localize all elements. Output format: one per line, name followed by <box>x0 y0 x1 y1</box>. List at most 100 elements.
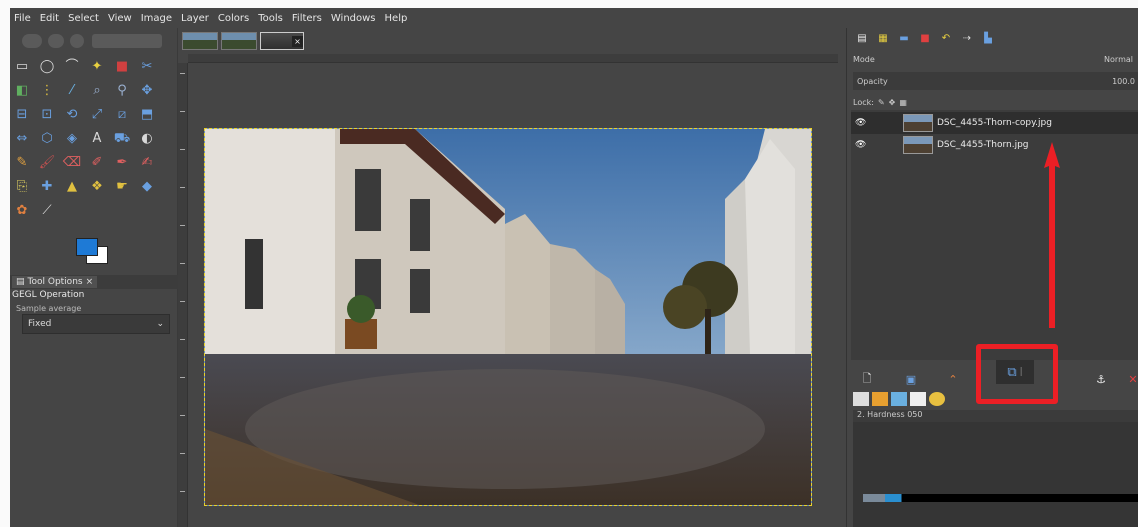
align-icon[interactable]: ⊟ <box>12 104 32 124</box>
eye-icon[interactable]: 👁 <box>855 140 869 150</box>
crop-icon[interactable]: ⊡ <box>37 104 57 124</box>
mode-value[interactable]: Normal <box>1104 55 1133 64</box>
warp-icon[interactable]: ◈ <box>62 128 82 148</box>
brush-slider[interactable] <box>863 494 1138 502</box>
tab-tool-options[interactable]: ▤ Tool Options × <box>12 276 98 288</box>
fuzzy-select-icon[interactable]: ✦ <box>87 56 107 76</box>
zoom-icon[interactable]: ⌕ <box>87 80 107 100</box>
image-tab-active[interactable]: × <box>260 32 304 50</box>
move-icon[interactable]: ✥ <box>137 80 157 100</box>
new-layer-icon[interactable]: 🗋 <box>859 371 875 387</box>
gegl-operation-icon[interactable]: ✿ <box>12 200 32 220</box>
menu-view[interactable]: View <box>108 13 132 24</box>
perspective-clone-icon[interactable]: ▲ <box>62 176 82 196</box>
menu-image[interactable]: Image <box>141 13 172 24</box>
tool-options-dropdown[interactable]: Fixed ⌄ <box>22 314 170 334</box>
blur-icon[interactable]: ❖ <box>87 176 107 196</box>
clone-icon[interactable]: ⎘ <box>12 176 32 196</box>
anchor-layer-icon[interactable]: ⚓ <box>1093 371 1109 387</box>
fg-bg-colors[interactable] <box>72 236 112 266</box>
ellipse-select-icon[interactable]: ◯ <box>37 56 57 76</box>
vertical-ruler[interactable] <box>178 63 188 527</box>
by-color-select-icon[interactable]: ■ <box>112 56 132 76</box>
delete-layer-icon[interactable]: ✕ <box>1125 371 1138 387</box>
paths-icon[interactable]: ⋮ <box>37 80 57 100</box>
opacity-spinbox[interactable]: Opacity 100.0 <box>853 72 1138 90</box>
layers-list[interactable]: 👁 DSC_4455-Thorn-copy.jpg 👁 DSC_4455-Tho… <box>851 110 1138 360</box>
layer-name[interactable]: DSC_4455-Thorn.jpg <box>937 140 1029 150</box>
text-icon[interactable]: A <box>87 128 107 148</box>
flip-icon[interactable]: ⇔ <box>12 128 32 148</box>
scale-icon[interactable]: ⤢ <box>87 104 107 124</box>
preset-icon[interactable] <box>48 34 64 48</box>
palettes-tab-icon[interactable] <box>929 392 945 406</box>
eyedropper-icon[interactable]: ⟋ <box>37 200 57 220</box>
foreground-color-swatch[interactable] <box>76 238 98 256</box>
mypaint-brush-icon[interactable]: ✍ <box>137 152 157 172</box>
preset-icon[interactable] <box>22 34 42 48</box>
tool-options-subtitle[interactable]: Sample average <box>16 304 81 313</box>
canvas-image[interactable] <box>204 128 812 506</box>
airbrush-icon[interactable]: ✐ <box>87 152 107 172</box>
smudge-icon[interactable]: ☛ <box>112 176 132 196</box>
close-icon[interactable]: × <box>86 277 94 287</box>
menu-tools[interactable]: Tools <box>258 13 283 24</box>
menu-layer[interactable]: Layer <box>181 13 209 24</box>
paths-tab-icon[interactable]: ▬ <box>895 31 913 45</box>
menu-colors[interactable]: Colors <box>218 13 249 24</box>
image-tab[interactable] <box>182 32 218 50</box>
preset-icon[interactable] <box>70 34 84 48</box>
menu-help[interactable]: Help <box>385 13 408 24</box>
cage-icon[interactable]: ⬡ <box>37 128 57 148</box>
menu-filters[interactable]: Filters <box>292 13 322 24</box>
lock-alpha-icon[interactable]: ▦ <box>899 98 907 107</box>
rect-select-icon[interactable]: ▭ <box>12 56 32 76</box>
menu-windows[interactable]: Windows <box>331 13 376 24</box>
perspective-icon[interactable]: ⬒ <box>137 104 157 124</box>
lock-position-icon[interactable]: ✥ <box>889 98 896 107</box>
bucket-fill-icon[interactable]: ⛟ <box>112 128 132 148</box>
ink-icon[interactable]: ✒ <box>112 152 132 172</box>
layer-name[interactable]: DSC_4455-Thorn-copy.jpg <box>937 118 1052 128</box>
eraser-icon[interactable]: ⌫ <box>62 152 82 172</box>
layer-row[interactable]: 👁 DSC_4455-Thorn-copy.jpg <box>851 112 1138 134</box>
arrow-tab-icon[interactable]: ⇢ <box>958 31 976 45</box>
dodge-burn-icon[interactable]: ◆ <box>137 176 157 196</box>
measure-icon[interactable]: ⚲ <box>112 80 132 100</box>
fonts-tab-icon[interactable] <box>910 392 926 406</box>
shear-icon[interactable]: ⧄ <box>112 104 132 124</box>
tools-grid: ▭ ◯ ⌒ ✦ ■ ✂ ◧ ⋮ ⁄ ⌕ ⚲ ✥ ⊟ ⊡ ⟲ ⤢ ⧄ ⬒ ⇔ ⬡ ◈ A ⛟ ◐ ✎ 🖌 ⌫ ✐ ✒ ✍ ⎘ ✚ ▲ ❖ ☛ ◆ ✿ ⟋ <box>12 56 159 222</box>
image-tab[interactable] <box>221 32 257 50</box>
scissors-icon[interactable]: ✂ <box>137 56 157 76</box>
preset-bar[interactable] <box>92 34 162 48</box>
menu-select[interactable]: Select <box>68 13 99 24</box>
duplicate-layer-button[interactable]: ⧉ | <box>996 360 1034 384</box>
layers-tab-icon[interactable]: ▤ <box>853 31 871 45</box>
color-tab-icon[interactable]: ■ <box>916 31 934 45</box>
brushes-tab-icon[interactable] <box>853 392 869 406</box>
color-picker-icon[interactable]: ⁄ <box>62 80 82 100</box>
gradients-tab-icon[interactable] <box>891 392 907 406</box>
new-layer-group-icon[interactable]: ▣ <box>903 371 919 387</box>
horizontal-ruler[interactable] <box>188 54 838 63</box>
pencil-icon[interactable]: ✎ <box>12 152 32 172</box>
paintbrush-icon[interactable]: 🖌 <box>37 152 57 172</box>
channels-tab-icon[interactable]: ▦ <box>874 31 892 45</box>
heal-icon[interactable]: ✚ <box>37 176 57 196</box>
layer-row[interactable]: 👁 DSC_4455-Thorn.jpg <box>851 134 1138 156</box>
raise-layer-icon[interactable]: ⌃ <box>945 371 961 387</box>
patterns-tab-icon[interactable] <box>872 392 888 406</box>
blend-icon[interactable]: ◐ <box>137 128 157 148</box>
mode-row[interactable]: Mode Normal <box>853 52 1138 66</box>
free-select-icon[interactable]: ⌒ <box>62 56 82 76</box>
images-tab-icon[interactable]: ▙ <box>979 31 997 45</box>
menu-edit[interactable]: Edit <box>40 13 59 24</box>
lock-pixels-icon[interactable]: ✎ <box>878 98 885 107</box>
brush-panel[interactable] <box>853 422 1138 527</box>
close-icon[interactable]: × <box>292 35 303 47</box>
undo-tab-icon[interactable]: ↶ <box>937 31 955 45</box>
eye-icon[interactable]: 👁 <box>855 118 869 128</box>
rotate-icon[interactable]: ⟲ <box>62 104 82 124</box>
menu-file[interactable]: File <box>14 13 31 24</box>
foreground-select-icon[interactable]: ◧ <box>12 80 32 100</box>
